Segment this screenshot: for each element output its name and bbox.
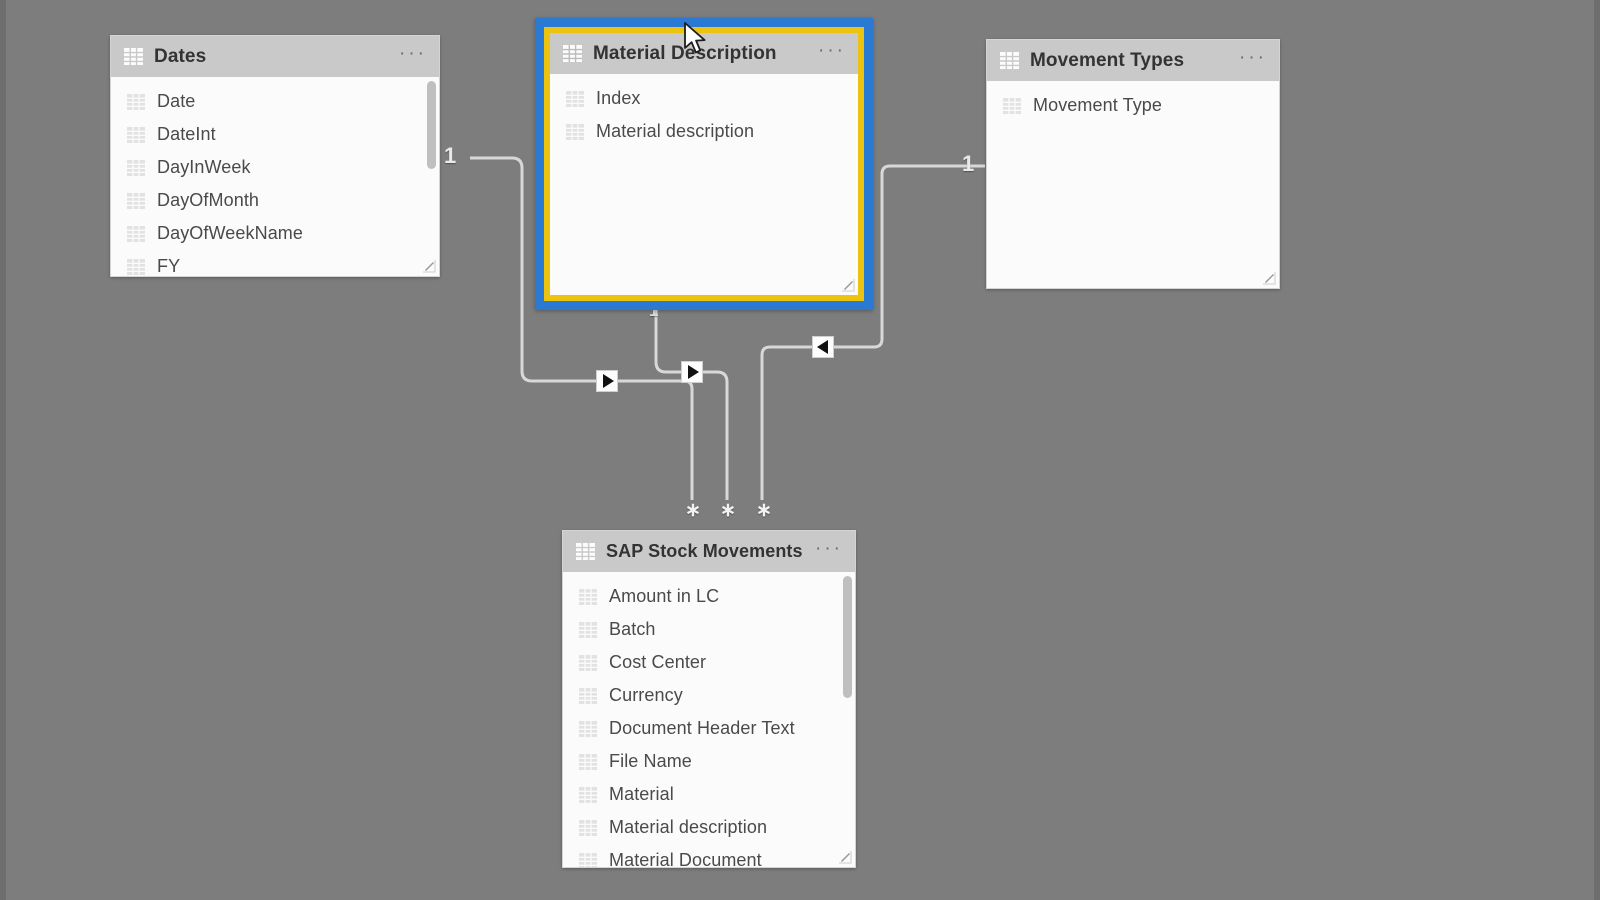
table-field-list-material-description: Index Material description xyxy=(550,74,858,295)
column-icon xyxy=(566,90,584,107)
field-row[interactable]: Document Header Text xyxy=(563,712,855,745)
table-card-sap-stock-movements[interactable]: SAP Stock Movements ··· Amount in LC Bat… xyxy=(562,530,856,868)
cardinality-many-movementtypes-sap: ∗ xyxy=(756,500,772,521)
field-label: Index xyxy=(596,88,641,108)
field-label: Document Header Text xyxy=(609,718,795,738)
field-row[interactable]: Batch xyxy=(563,613,855,646)
cardinality-one-movement-types: 1 xyxy=(962,151,975,176)
column-icon xyxy=(579,621,597,638)
field-label: Material xyxy=(609,784,674,804)
field-label: DayOfMonth xyxy=(157,190,260,210)
table-title-material-description: Material Description xyxy=(593,42,777,64)
table-menu-material-description[interactable]: ··· xyxy=(818,41,846,66)
cross-filter-arrow-movementtypes-sap[interactable] xyxy=(812,336,834,358)
column-icon xyxy=(579,819,597,836)
field-row[interactable]: Cost Center xyxy=(563,646,855,679)
cardinality-many-dates-sap: ∗ xyxy=(685,500,701,521)
relationship-path-materialdesc-sap xyxy=(654,307,729,500)
resize-handle-material-description[interactable] xyxy=(840,277,855,292)
viewport-left-edge xyxy=(0,0,6,900)
table-menu-movement-types[interactable]: ··· xyxy=(1239,48,1267,73)
table-header-sap-stock-movements[interactable]: SAP Stock Movements ··· xyxy=(563,531,855,572)
field-label: Date xyxy=(157,91,196,111)
selection-ring-inner: Material Description ··· Index Material … xyxy=(544,27,864,301)
cardinality-one-dates: 1 xyxy=(444,143,457,168)
field-label: DayInWeek xyxy=(157,157,251,177)
field-label: Material description xyxy=(609,817,768,837)
table-grid-icon xyxy=(1000,52,1019,69)
column-icon xyxy=(579,588,597,605)
column-icon xyxy=(566,123,584,140)
table-grid-icon xyxy=(124,48,143,65)
cardinality-many-materialdesc-sap: ∗ xyxy=(720,500,736,521)
field-row[interactable]: DateInt xyxy=(111,118,439,151)
field-row[interactable]: Material description xyxy=(550,115,858,148)
field-row[interactable]: Movement Type xyxy=(987,89,1279,122)
column-icon xyxy=(127,159,145,176)
table-field-list-sap-stock-movements: Amount in LC Batch Cost Center Currency … xyxy=(563,572,855,867)
column-icon xyxy=(579,687,597,704)
table-card-material-description-selection[interactable]: Material Description ··· Index Material … xyxy=(535,18,873,310)
column-icon xyxy=(1003,97,1021,114)
field-row[interactable]: Material xyxy=(563,778,855,811)
table-header-dates[interactable]: Dates ··· xyxy=(111,36,439,77)
field-row[interactable]: Amount in LC xyxy=(563,580,855,613)
field-row[interactable]: File Name xyxy=(563,745,855,778)
column-icon xyxy=(127,225,145,242)
column-icon xyxy=(579,654,597,671)
vertical-scrollbar-sap-stock-movements[interactable] xyxy=(843,576,852,698)
field-label: Currency xyxy=(609,685,683,705)
column-icon xyxy=(127,93,145,110)
column-icon xyxy=(579,852,597,867)
table-field-list-dates: Date DateInt DayInWeek DayOfMonth DayOfW… xyxy=(111,77,439,276)
cross-filter-arrow-materialdesc-sap[interactable] xyxy=(681,361,703,383)
field-label: Movement Type xyxy=(1033,95,1163,115)
cross-filter-arrow-dates-sap[interactable] xyxy=(596,370,618,392)
resize-handle-movement-types[interactable] xyxy=(1261,270,1276,285)
field-row[interactable]: Date xyxy=(111,85,439,118)
model-view-canvas[interactable]: 1 1 1 ∗ ∗ ∗ Dates ··· Date DateInt DayIn… xyxy=(0,0,1600,900)
field-label: Material description xyxy=(596,121,755,141)
field-row[interactable]: DayOfMonth xyxy=(111,184,439,217)
field-row[interactable]: Material Document xyxy=(563,844,855,867)
field-label: Cost Center xyxy=(609,652,707,672)
vertical-scrollbar-dates[interactable] xyxy=(427,81,436,169)
column-icon xyxy=(127,192,145,209)
viewport-right-edge xyxy=(1594,0,1600,900)
field-row[interactable]: Index xyxy=(550,82,858,115)
column-icon xyxy=(127,258,145,275)
field-row[interactable]: FY xyxy=(111,250,439,276)
table-grid-icon xyxy=(563,45,582,62)
column-icon xyxy=(579,786,597,803)
table-menu-sap-stock-movements[interactable]: ··· xyxy=(815,539,843,564)
field-row[interactable]: DayInWeek xyxy=(111,151,439,184)
table-card-dates[interactable]: Dates ··· Date DateInt DayInWeek DayOfMo… xyxy=(110,35,440,277)
column-icon xyxy=(579,753,597,770)
table-card-movement-types[interactable]: Movement Types ··· Movement Type xyxy=(986,39,1280,289)
table-menu-dates[interactable]: ··· xyxy=(399,44,427,69)
field-label: DayOfWeekName xyxy=(157,223,304,243)
field-row[interactable]: DayOfWeekName xyxy=(111,217,439,250)
field-label: Batch xyxy=(609,619,656,639)
table-header-movement-types[interactable]: Movement Types ··· xyxy=(987,40,1279,81)
field-label: Amount in LC xyxy=(609,586,720,606)
field-label: DateInt xyxy=(157,124,216,144)
column-icon xyxy=(127,126,145,143)
field-row[interactable]: Currency xyxy=(563,679,855,712)
table-header-material-description[interactable]: Material Description ··· xyxy=(550,33,858,74)
table-title-sap-stock-movements: SAP Stock Movements xyxy=(606,541,803,561)
field-label: File Name xyxy=(609,751,692,771)
field-row[interactable]: Material description xyxy=(563,811,855,844)
field-label: Material Document xyxy=(609,850,762,867)
table-title-dates: Dates xyxy=(154,45,207,67)
table-field-list-movement-types: Movement Type xyxy=(987,81,1279,288)
field-label: FY xyxy=(157,256,181,276)
column-icon xyxy=(579,720,597,737)
table-title-movement-types: Movement Types xyxy=(1030,49,1185,71)
table-card-material-description[interactable]: Material Description ··· Index Material … xyxy=(550,33,858,295)
table-grid-icon xyxy=(576,543,595,560)
